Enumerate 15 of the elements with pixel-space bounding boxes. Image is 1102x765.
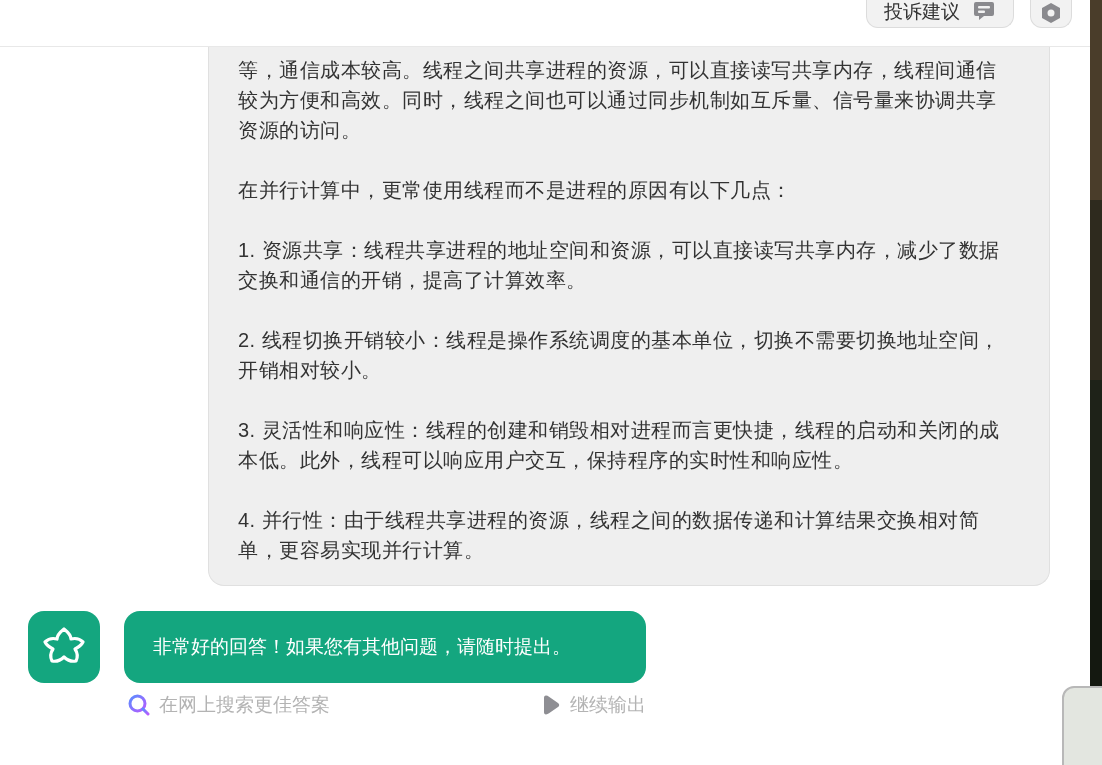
settings-button[interactable]: [1030, 0, 1072, 28]
answer-paragraph: 1. 资源共享：线程共享进程的地址空间和资源，可以直接读写共享内存，减少了数据交换和通信的开销，提高了计算效率。: [238, 238, 1001, 293]
answer-paragraph: 在并行计算中，更常使用线程而不是进程的原因有以下几点：: [238, 178, 793, 203]
reply-text: 非常好的回答！如果您有其他问题，请随时提出。: [153, 634, 571, 659]
settings-icon: [1041, 2, 1061, 24]
chat-icon: [972, 0, 996, 23]
answer-paragraph: 2. 线程切换开销较小：线程是操作系统调度的基本单位，切换不需要切换地址空间，开销相对较小。: [238, 328, 1001, 383]
feedback-button[interactable]: 投诉建议: [866, 0, 1014, 28]
answer-paragraph: 4. 并行性：由于线程共享进程的资源，线程之间的数据传递和计算结果交换相对简单，更容易实现并行计算。: [238, 508, 981, 563]
answer-paragraph: 等，通信成本较高。线程之间共享进程的资源，可以直接读写共享内存，线程间通信较为方便和高效。同时，线程之间也可以通过同步机制如互斥量、信号量来协调共享资源的访问。: [238, 58, 998, 143]
continue-link[interactable]: 继续输出: [543, 691, 646, 720]
play-icon: [543, 694, 561, 717]
search-icon: [128, 694, 150, 717]
search-web-link[interactable]: 在网上搜索更佳答案: [128, 691, 330, 720]
answer-paragraph: 3. 灵活性和响应性：线程的创建和销毁相对进程而言更快捷，线程的启动和关闭的成本低。此外，线程可以响应用户交互，保持程序的实时性和响应性。: [238, 418, 1001, 473]
